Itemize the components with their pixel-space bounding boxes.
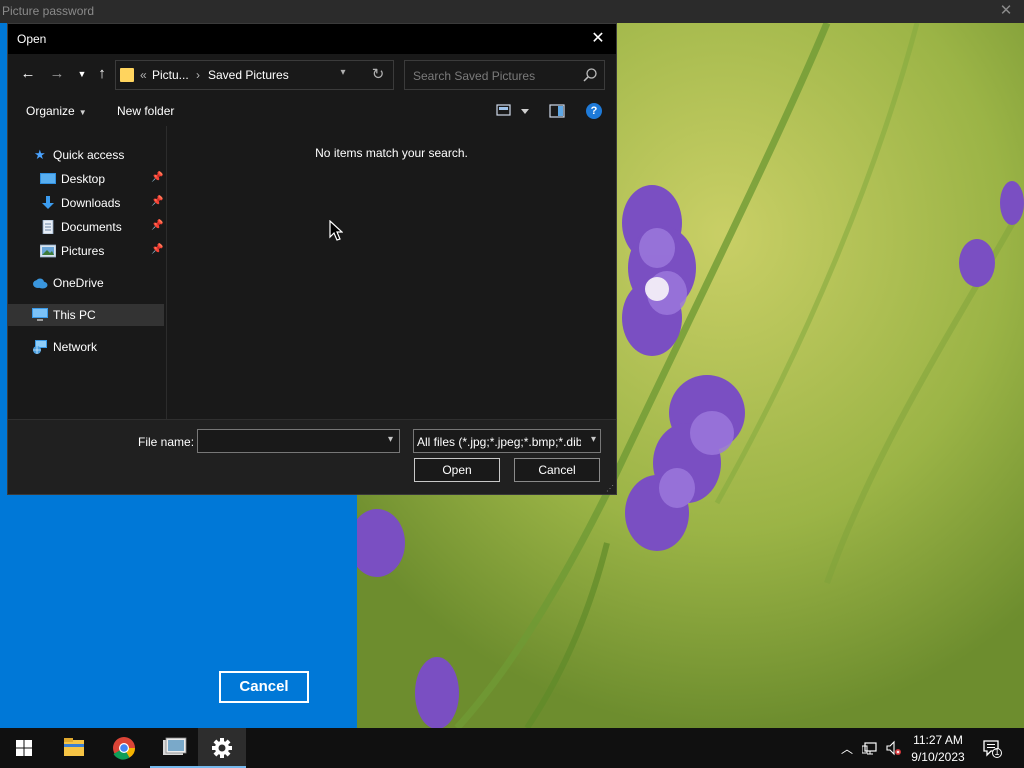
- windows-logo-icon: [16, 740, 32, 756]
- sidebar-item-this-pc[interactable]: This PC: [8, 304, 164, 326]
- search-icon[interactable]: [582, 67, 598, 83]
- search-box[interactable]: Search Saved Pictures: [404, 60, 605, 90]
- search-placeholder: Search Saved Pictures: [413, 69, 536, 83]
- clock-time: 11:27 AM: [913, 733, 963, 747]
- system-clock[interactable]: 11:27 AM 9/10/2023: [905, 732, 971, 766]
- host-close-icon[interactable]: ✕: [998, 2, 1014, 20]
- taskbar-chrome[interactable]: [100, 728, 148, 768]
- file-type-dropdown-icon[interactable]: ▾: [591, 434, 596, 445]
- up-arrow-icon[interactable]: ↑: [92, 64, 112, 84]
- network-icon: [33, 340, 47, 354]
- volume-muted-icon[interactable]: [885, 740, 901, 756]
- sidebar-label-this-pc: This PC: [53, 308, 96, 322]
- back-arrow-icon[interactable]: ←: [18, 64, 38, 84]
- help-icon[interactable]: ?: [586, 103, 602, 119]
- sidebar-label-network: Network: [53, 340, 98, 354]
- navigation-pane: ★ Quick access Desktop 📌 Downloads 📌 Doc…: [8, 126, 166, 419]
- folder-icon: [120, 68, 134, 82]
- breadcrumb-separator[interactable]: ›: [196, 68, 200, 82]
- organize-label: Organize: [26, 104, 75, 118]
- pin-icon: 📌: [151, 196, 164, 207]
- taskbar: ︿ 11:27 AM 9/10/2023 1: [0, 728, 1024, 768]
- navigation-bar: ← → ▼ ↑ « Pictu... › Saved Pictures ▾ ↻ …: [8, 54, 616, 96]
- file-name-input[interactable]: [197, 429, 400, 453]
- address-dropdown-icon[interactable]: ▾: [336, 67, 350, 81]
- picture-password-cancel-button[interactable]: Cancel: [219, 671, 309, 703]
- computer-icon: [32, 308, 48, 321]
- sidebar-item-documents[interactable]: Documents 📌: [8, 216, 164, 238]
- breadcrumb-overflow[interactable]: «: [140, 68, 147, 82]
- sidebar-item-downloads[interactable]: Downloads 📌: [8, 192, 164, 214]
- sidebar-item-onedrive[interactable]: OneDrive: [8, 272, 164, 294]
- dialog-titlebar: Open ✕: [8, 24, 616, 54]
- file-type-selected-value: All files (*.jpg;*.jpeg;*.bmp;*.dib;*.pn…: [417, 435, 581, 449]
- pin-icon: 📌: [151, 172, 164, 183]
- pin-icon: 📌: [151, 244, 164, 255]
- star-icon: ★: [34, 147, 46, 162]
- organize-caret-icon: ▼: [78, 108, 87, 117]
- start-button[interactable]: [0, 728, 48, 768]
- documents-icon: [42, 220, 54, 234]
- action-center-button[interactable]: 1: [982, 738, 1002, 758]
- new-folder-button[interactable]: New folder: [117, 104, 174, 118]
- downloads-icon: [42, 196, 54, 209]
- host-titlebar: Picture password ✕: [0, 0, 1024, 23]
- forward-arrow-icon[interactable]: →: [47, 64, 67, 84]
- pin-icon: 📌: [151, 220, 164, 231]
- empty-results-message: No items match your search.: [315, 146, 468, 160]
- desktop-icon: [40, 173, 56, 184]
- host-window-title: Picture password: [2, 4, 95, 18]
- cancel-button[interactable]: Cancel: [514, 458, 600, 482]
- open-button[interactable]: Open: [414, 458, 500, 482]
- dialog-footer: File name: ▾ All files (*.jpg;*.jpeg;*.b…: [8, 419, 616, 494]
- dialog-title: Open: [17, 32, 47, 46]
- file-explorer-icon: [64, 738, 84, 756]
- resize-grip-icon[interactable]: ⋰: [606, 484, 614, 493]
- file-type-select[interactable]: All files (*.jpg;*.jpeg;*.bmp;*.dib;*.pn…: [413, 429, 601, 453]
- sidebar-item-quick-access[interactable]: ★ Quick access: [8, 144, 164, 166]
- sidebar-label-pictures: Pictures: [61, 244, 105, 258]
- sidebar-label-desktop: Desktop: [61, 172, 106, 186]
- dialog-close-icon[interactable]: ✕: [588, 29, 608, 49]
- mouse-cursor-icon: [329, 220, 343, 241]
- organize-button[interactable]: Organize ▼: [26, 104, 87, 118]
- preview-pane-icon[interactable]: [549, 104, 565, 118]
- breadcrumb-current[interactable]: Saved Pictures: [208, 68, 289, 82]
- taskbar-file-explorer[interactable]: [50, 728, 98, 768]
- show-hidden-icons-chevron-icon[interactable]: ︿: [839, 740, 855, 756]
- file-list-area[interactable]: No items match your search.: [167, 126, 616, 419]
- pictures-app-icon: [163, 737, 187, 755]
- gear-icon: [212, 738, 232, 758]
- network-status-icon[interactable]: [862, 740, 878, 756]
- sidebar-item-network[interactable]: Network: [8, 336, 164, 358]
- breadcrumb-parent[interactable]: Pictu...: [152, 68, 189, 82]
- sidebar-label-onedrive: OneDrive: [53, 276, 104, 290]
- taskbar-settings[interactable]: [198, 728, 246, 768]
- change-view-icon[interactable]: [496, 103, 532, 119]
- onedrive-cloud-icon: [33, 278, 48, 289]
- command-bar: Organize ▼ New folder ?: [8, 96, 616, 126]
- clock-date: 9/10/2023: [911, 750, 965, 764]
- sidebar-item-desktop[interactable]: Desktop 📌: [8, 168, 164, 190]
- refresh-icon[interactable]: ↻: [369, 65, 387, 85]
- pictures-icon: [40, 244, 56, 258]
- recent-locations-chevron-icon[interactable]: ▼: [72, 64, 92, 84]
- notification-count: 1: [994, 747, 1000, 757]
- sidebar-label-documents: Documents: [61, 220, 122, 234]
- file-name-label: File name:: [138, 435, 195, 449]
- sidebar-label-downloads: Downloads: [61, 196, 121, 210]
- sidebar-item-pictures[interactable]: Pictures 📌: [8, 240, 164, 262]
- chrome-icon: [113, 737, 135, 760]
- sidebar-label-quick-access: Quick access: [53, 148, 125, 162]
- address-bar[interactable]: « Pictu... › Saved Pictures ▾ ↻: [115, 60, 394, 90]
- gesture-point: [645, 277, 669, 301]
- taskbar-photos-app[interactable]: [150, 728, 198, 768]
- open-dialog: Open ✕ ← → ▼ ↑ « Pictu... › Saved Pictur…: [7, 23, 617, 495]
